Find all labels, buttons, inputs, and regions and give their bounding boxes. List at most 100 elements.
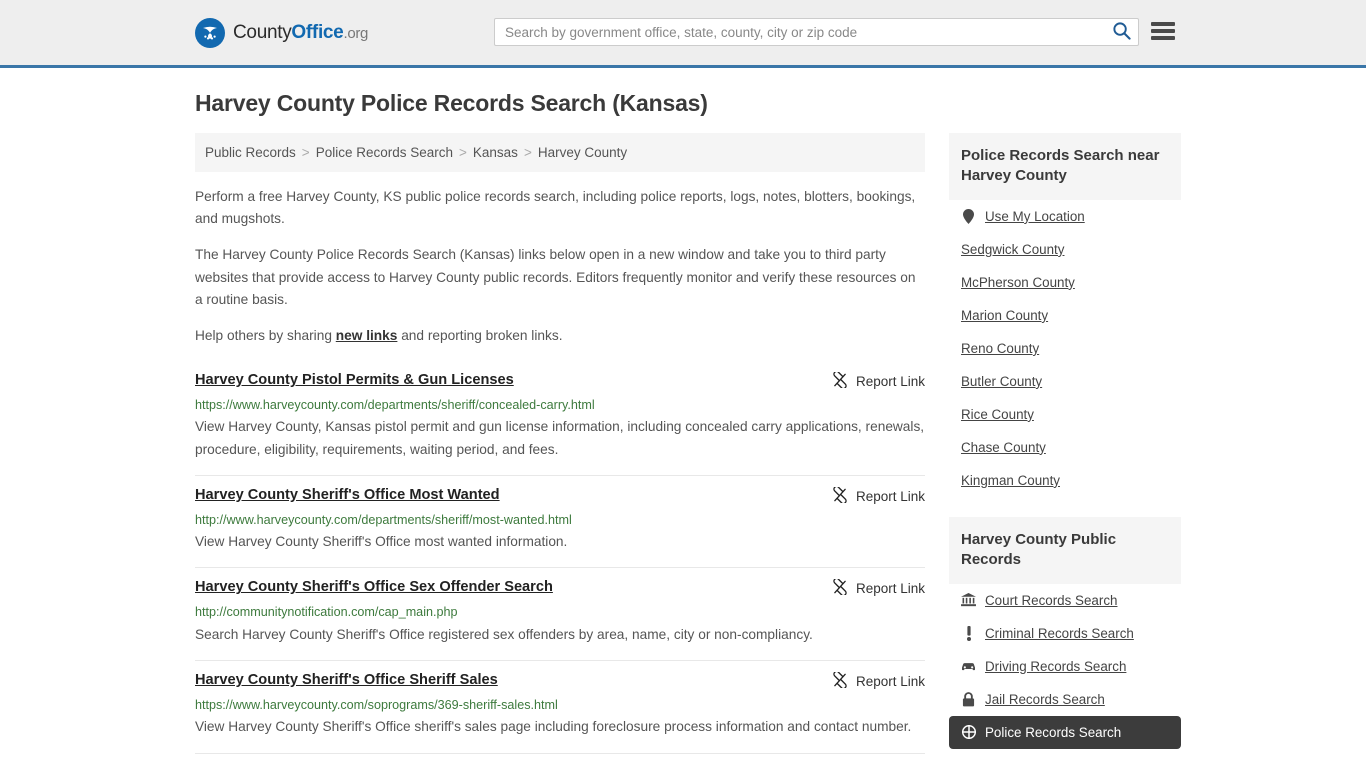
sidebar-item-rice-county[interactable]: Rice County xyxy=(949,398,1181,431)
sidebar-item-marion-county[interactable]: Marion County xyxy=(949,299,1181,332)
result-url-link[interactable]: https://www.harveycounty.com/departments… xyxy=(195,397,925,413)
report-link-button[interactable]: Report Link xyxy=(832,578,925,598)
map-pin-icon xyxy=(961,208,976,224)
result-title-link[interactable]: Harvey County Sheriff's Office Most Want… xyxy=(195,486,500,505)
hamburger-bar-3 xyxy=(1151,36,1175,40)
result-url-link[interactable]: https://www.harveycounty.com/soprograms/… xyxy=(195,697,925,713)
search-bar[interactable] xyxy=(494,18,1139,46)
sidebar-item-label[interactable]: Criminal Records Search xyxy=(985,626,1134,641)
result-description: View Harvey County, Kansas pistol permit… xyxy=(195,419,925,457)
site-header: CountyOffice.org xyxy=(0,0,1366,68)
sidebar-item-label[interactable]: Reno County xyxy=(961,341,1039,356)
result-description: View Harvey County Sheriff's Office most… xyxy=(195,534,568,550)
sidebar-card-public-records: Harvey County Public Records Court Recor… xyxy=(949,516,1181,749)
page-title: Harvey County Police Records Search (Kan… xyxy=(195,90,708,116)
site-logo-link[interactable]: CountyOffice.org xyxy=(195,17,368,48)
report-link-button[interactable]: Report Link xyxy=(832,485,925,506)
sidebar-item-mcpherson-county[interactable]: McPherson County xyxy=(949,266,1181,299)
hamburger-menu-icon[interactable] xyxy=(1151,20,1175,42)
result-title-link[interactable]: Harvey County Sheriff's Office Sex Offen… xyxy=(195,578,553,597)
result-header: Harvey County Sheriff's Office Sex Offen… xyxy=(195,578,925,598)
result-header: Harvey County Pistol Permits & Gun Licen… xyxy=(195,370,925,391)
sidebar-item-sedgwick-county[interactable]: Sedgwick County xyxy=(949,233,1181,266)
search-submit-button[interactable] xyxy=(1104,19,1138,45)
intro-paragraph-1: Perform a free Harvey County, KS public … xyxy=(195,189,916,227)
courthouse-icon xyxy=(961,593,976,607)
sidebar-item-label[interactable]: Driving Records Search xyxy=(985,659,1126,674)
sidebar-heading-nearby: Police Records Search near Harvey County xyxy=(949,133,1181,200)
sidebar-item-chase-county[interactable]: Chase County xyxy=(949,431,1181,464)
lock-icon xyxy=(961,691,976,707)
sidebar-item-label[interactable]: Court Records Search xyxy=(985,593,1117,608)
result-item: Harvey County Pistol Permits & Gun Licen… xyxy=(195,361,925,476)
broken-link-icon xyxy=(832,670,848,691)
result-title-link[interactable]: Harvey County Sheriff's Office Sheriff S… xyxy=(195,671,498,690)
sidebar: Police Records Search near Harvey County… xyxy=(949,133,1181,768)
brand-part-office: Office xyxy=(291,21,344,43)
sidebar-item-driving-records-search[interactable]: Driving Records Search xyxy=(949,650,1181,683)
sidebar-item-label[interactable]: Rice County xyxy=(961,407,1034,422)
breadcrumb: Public Records > Police Records Search > Kan… xyxy=(195,133,925,172)
car-icon xyxy=(961,661,976,672)
search-icon xyxy=(1112,21,1131,43)
sidebar-item-label[interactable]: Jail Records Search xyxy=(985,692,1105,707)
intro-text: Perform a free Harvey County, KS public … xyxy=(195,186,925,347)
breadcrumb-item-3: Harvey County xyxy=(537,145,628,160)
breadcrumb-item-0[interactable]: Public Records xyxy=(205,145,296,160)
sidebar-item-label[interactable]: Police Records Search xyxy=(985,725,1121,740)
sidebar-item-label[interactable]: Sedgwick County xyxy=(961,242,1064,257)
result-header: Harvey County Sheriff's Office Sheriff S… xyxy=(195,670,925,691)
intro-paragraph-3: Help others by sharing new links and rep… xyxy=(195,325,925,347)
hamburger-bar-2 xyxy=(1151,29,1175,33)
breadcrumb-separator: > xyxy=(523,145,532,160)
sidebar-item-police-records-search[interactable]: Police Records Search xyxy=(949,715,1181,749)
sidebar-item-criminal-records-search[interactable]: Criminal Records Search xyxy=(949,617,1181,650)
intro-p3-after: and reporting broken links. xyxy=(397,327,563,343)
report-link-label: Report Link xyxy=(855,488,925,504)
sidebar-item-jail-records-search[interactable]: Jail Records Search xyxy=(949,683,1181,716)
brand-wordmark: CountyOffice.org xyxy=(233,22,368,44)
breadcrumb-item-2[interactable]: Kansas xyxy=(473,145,518,160)
result-description: Search Harvey County Sheriff's Office re… xyxy=(195,626,813,642)
breadcrumb-separator: > xyxy=(459,145,467,160)
sidebar-item-label[interactable]: Kingman County xyxy=(961,473,1060,488)
report-link-label: Report Link xyxy=(855,374,925,390)
exclamation-icon xyxy=(961,625,976,641)
sidebar-item-reno-county[interactable]: Reno County xyxy=(949,332,1181,365)
intro-paragraph-2: The Harvey County Police Records Search … xyxy=(195,247,916,307)
brand-part-county: County xyxy=(233,21,292,43)
content-layout: Public Records > Police Records Search > Kan… xyxy=(195,133,1181,768)
broken-link-icon xyxy=(832,485,848,506)
result-url-link[interactable]: http://communitynotification.com/cap_mai… xyxy=(195,604,925,620)
result-url-link[interactable]: http://www.harveycounty.com/departments/… xyxy=(195,512,925,528)
new-links-link[interactable]: new links xyxy=(336,328,398,343)
broken-link-icon xyxy=(832,578,848,598)
sidebar-list-public-records: Court Records Search Criminal Records Sea… xyxy=(949,584,1181,749)
intro-p3-before: Help others by sharing xyxy=(195,327,336,343)
sidebar-item-label[interactable]: Use My Location xyxy=(985,209,1085,224)
sidebar-card-nearby: Police Records Search near Harvey County… xyxy=(949,133,1181,497)
sidebar-item-label[interactable]: McPherson County xyxy=(961,275,1075,290)
result-item: Harvey County Sheriff's Office Sheriff S… xyxy=(195,661,925,754)
sidebar-list-nearby: Use My Location Sedgwick County McPherson … xyxy=(949,200,1181,497)
breadcrumb-item-1[interactable]: Police Records Search xyxy=(316,145,453,160)
sidebar-heading-public-records: Harvey County Public Records xyxy=(949,516,1181,584)
broken-link-icon xyxy=(832,370,848,391)
sidebar-item-use-my-location[interactable]: Use My Location xyxy=(949,200,1181,233)
report-link-label: Report Link xyxy=(855,581,925,597)
eagle-shield-logo-icon xyxy=(195,17,225,48)
sidebar-item-court-records-search[interactable]: Court Records Search xyxy=(949,584,1181,617)
report-link-button[interactable]: Report Link xyxy=(832,670,925,691)
main-column: Public Records > Police Records Search > Kan… xyxy=(195,133,925,754)
search-input[interactable] xyxy=(495,19,1104,45)
report-link-button[interactable]: Report Link xyxy=(832,370,925,391)
sidebar-item-label[interactable]: Butler County xyxy=(961,374,1042,389)
sidebar-item-butler-county[interactable]: Butler County xyxy=(949,365,1181,398)
result-title-link[interactable]: Harvey County Pistol Permits & Gun Licen… xyxy=(195,371,514,390)
sidebar-item-label[interactable]: Marion County xyxy=(961,308,1048,323)
hamburger-bar-1 xyxy=(1151,22,1175,26)
results-list: Harvey County Pistol Permits & Gun Licen… xyxy=(195,361,925,754)
sidebar-item-kingman-county[interactable]: Kingman County xyxy=(949,464,1181,497)
police-badge-icon xyxy=(961,725,976,740)
sidebar-item-label[interactable]: Chase County xyxy=(961,440,1046,455)
